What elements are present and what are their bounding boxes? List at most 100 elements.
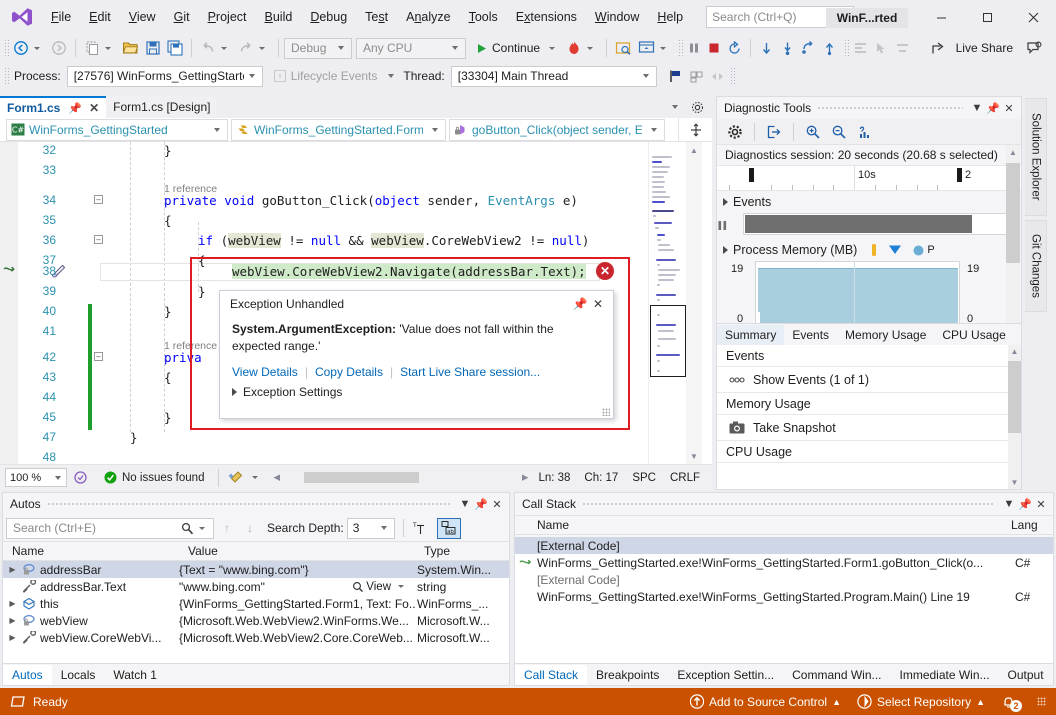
column-header-value[interactable]: Value: [179, 544, 415, 558]
table-row[interactable]: ▶ webView {Microsoft.Web.WebView2.WinFor…: [3, 612, 509, 629]
menu-file[interactable]: File: [42, 6, 80, 28]
code-minimap[interactable]: [648, 142, 686, 464]
column-header-type[interactable]: Type: [415, 544, 509, 558]
close-icon[interactable]: ✕: [1001, 102, 1017, 115]
search-depth-combo[interactable]: 3: [347, 518, 395, 539]
menu-view[interactable]: View: [120, 6, 165, 28]
settings-gear-icon[interactable]: [723, 121, 747, 143]
redo-button[interactable]: [235, 36, 273, 60]
diagnostics-scrollbar[interactable]: ▲ ▼: [1006, 145, 1020, 337]
save-button[interactable]: [142, 36, 164, 60]
table-row[interactable]: ▶ addressBar {Text = "www.bing.com"} Sys…: [3, 561, 509, 578]
show-raw-structure-toggle[interactable]: ab: [437, 518, 461, 539]
nav-project-combo[interactable]: C# WinForms_GettingStarted: [6, 119, 228, 141]
hot-reload-button[interactable]: [563, 36, 601, 60]
diagnostics-timeline[interactable]: 10s 2: [717, 165, 1021, 191]
process-combo[interactable]: [27576] WinForms_GettingStarted.: [67, 66, 263, 87]
memory-section-header[interactable]: Process Memory (MB) P: [717, 239, 1021, 259]
hscroll-thumb[interactable]: [304, 472, 419, 483]
scroll-down-arrow-icon[interactable]: ▼: [1008, 476, 1021, 489]
scroll-down-arrow-icon[interactable]: ▼: [686, 448, 702, 464]
close-button[interactable]: [1010, 0, 1056, 34]
solution-configuration-combo[interactable]: Debug: [284, 38, 352, 59]
tab-form1-cs[interactable]: Form1.cs 📌 ✕: [0, 96, 106, 118]
close-icon[interactable]: ✕: [89, 101, 99, 115]
undo-caret[interactable]: [221, 47, 227, 50]
show-flagged-threads-button[interactable]: [686, 64, 707, 88]
zoom-out-icon[interactable]: [827, 121, 851, 143]
select-repository-button[interactable]: Select Repository ▲: [857, 694, 985, 709]
timeline-end-marker[interactable]: [957, 168, 962, 182]
fold-toggle[interactable]: –: [94, 195, 103, 204]
call-stack-row[interactable]: [External Code]: [515, 571, 1053, 588]
nav-type-combo[interactable]: WinForms_GettingStarted.Form1: [231, 119, 446, 141]
hot-reload-caret[interactable]: [587, 47, 593, 50]
tab-overflow-caret[interactable]: [672, 105, 678, 109]
view-details-link[interactable]: View Details: [232, 365, 298, 379]
summary-scroll-thumb[interactable]: [1008, 361, 1021, 433]
menu-build[interactable]: Build: [256, 6, 302, 28]
show-events-row[interactable]: Show Events (1 of 1): [717, 367, 1021, 393]
step-out-button[interactable]: [798, 36, 819, 60]
panel-menu-caret-icon[interactable]: ▼: [1001, 498, 1017, 510]
expand-triangle-icon[interactable]: ▶: [7, 565, 18, 574]
open-file-button[interactable]: [119, 36, 142, 60]
close-icon[interactable]: ✕: [489, 498, 505, 511]
menu-git[interactable]: Git: [165, 6, 199, 28]
tab-output[interactable]: Output: [999, 665, 1053, 685]
pointer-button[interactable]: [871, 36, 892, 60]
sidebar-item-solution-explorer[interactable]: Solution Explorer: [1025, 98, 1047, 216]
pin-icon[interactable]: 📌: [1017, 498, 1033, 511]
tab-call-stack[interactable]: Call Stack: [515, 665, 587, 685]
menu-debug[interactable]: Debug: [301, 6, 356, 28]
search-options-caret[interactable]: [199, 527, 205, 530]
panel-menu-caret-icon[interactable]: ▼: [969, 102, 985, 114]
redo-caret[interactable]: [259, 47, 265, 50]
indent-mode[interactable]: SPC: [632, 472, 656, 484]
fold-toggle[interactable]: –: [94, 352, 103, 361]
diagnostics-scroll-thumb[interactable]: [1006, 163, 1020, 263]
step-over-button[interactable]: [777, 36, 798, 60]
zoom-level-combo[interactable]: 100 %: [5, 468, 67, 487]
column-header-name[interactable]: Name: [3, 544, 179, 558]
break-all-button[interactable]: [684, 36, 704, 60]
backward-dropdown-caret[interactable]: [34, 47, 40, 50]
exception-settings-expander[interactable]: Exception Settings: [220, 379, 613, 399]
view-value-button[interactable]: View: [352, 581, 409, 593]
proc-grip[interactable]: [4, 67, 10, 85]
solution-platform-combo[interactable]: Any CPU: [356, 38, 466, 59]
zoom-in-icon[interactable]: [801, 121, 825, 143]
drag-dots[interactable]: [47, 497, 451, 511]
run-to-cursor-button[interactable]: [819, 36, 840, 60]
tab-memory-usage[interactable]: Memory Usage: [837, 325, 934, 345]
expand-triangle-icon[interactable]: ▶: [7, 599, 18, 608]
events-track[interactable]: [743, 213, 1015, 235]
line-ending-mode[interactable]: CRLF: [670, 472, 700, 484]
panel-menu-caret-icon[interactable]: ▼: [457, 498, 473, 510]
scroll-left-arrow-icon[interactable]: ◀: [273, 472, 280, 483]
continue-caret[interactable]: [549, 47, 555, 50]
scroll-up-arrow-icon[interactable]: ▲: [686, 142, 702, 158]
undo-button[interactable]: [197, 36, 235, 60]
scroll-right-arrow-icon[interactable]: ▶: [522, 472, 529, 483]
flag-thread-button[interactable]: [665, 64, 686, 88]
thread-marker-button[interactable]: [707, 64, 728, 88]
restart-button[interactable]: [724, 36, 745, 60]
sidebar-item-git-changes[interactable]: Git Changes: [1025, 220, 1047, 312]
column-header-name[interactable]: Name: [515, 518, 1009, 532]
expand-triangle-icon[interactable]: ▶: [7, 633, 18, 642]
drag-dots[interactable]: [817, 101, 963, 115]
table-row[interactable]: addressBar.Text "www.bing.com" View stri…: [3, 578, 509, 595]
drag-dots[interactable]: [582, 497, 995, 511]
resize-grip[interactable]: [602, 408, 610, 416]
tab-locals[interactable]: Locals: [52, 665, 105, 685]
minimap-viewport[interactable]: [650, 305, 686, 377]
stop-debugging-button[interactable]: [704, 36, 724, 60]
close-icon[interactable]: ✕: [589, 297, 607, 311]
feedback-button[interactable]: [1023, 36, 1046, 60]
lifecycle-caret[interactable]: [388, 74, 394, 78]
tab-cpu-usage[interactable]: CPU Usage: [934, 325, 1013, 345]
new-item-button[interactable]: [81, 36, 119, 60]
export-icon[interactable]: [762, 121, 786, 143]
close-icon[interactable]: ✕: [1033, 498, 1049, 511]
